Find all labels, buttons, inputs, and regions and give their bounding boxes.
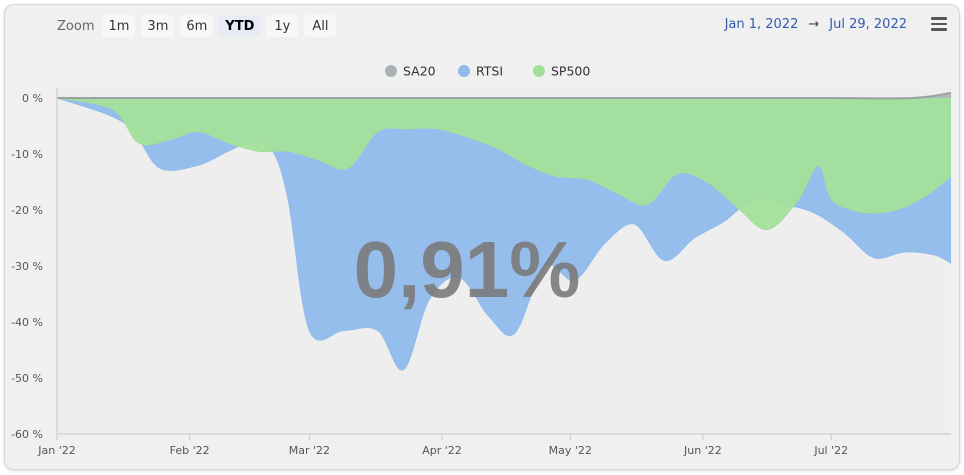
x-tick-label: Apr '22	[422, 444, 462, 457]
legend-item-sp500[interactable]: SP500	[533, 64, 590, 79]
zoom-button-3m[interactable]: 3m	[141, 15, 175, 37]
legend-marker	[458, 65, 470, 77]
legend-marker	[533, 65, 545, 77]
zoom-button-ytd[interactable]: YTD	[219, 15, 261, 37]
zoom-button-6m[interactable]: 6m	[180, 15, 214, 37]
zoom-button-all[interactable]: All	[304, 15, 337, 37]
zoom-button-1m[interactable]: 1m	[102, 15, 136, 37]
y-tick-label: -50 %	[11, 372, 43, 385]
y-tick-label: -20 %	[11, 204, 43, 217]
zoom-label: Zoom	[57, 18, 95, 34]
date-range: Jan 1, 2022 → Jul 29, 2022	[725, 17, 907, 32]
area-chart: 0 % -10 % -20 % -30 % -40 % -50 % -60 % Jan '22…	[11, 64, 952, 457]
date-to-input[interactable]: Jul 29, 2022	[829, 17, 907, 32]
y-tick-label: -30 %	[11, 260, 43, 273]
x-tick-label: Mar '22	[289, 444, 330, 457]
y-tick-label: -10 %	[11, 148, 43, 161]
x-tick-label: Feb '22	[170, 444, 210, 457]
x-tick-label: Jun '22	[683, 444, 722, 457]
legend-marker	[385, 65, 397, 77]
arrow-right-icon: →	[808, 17, 820, 32]
menu-bar	[931, 22, 947, 26]
y-tick-label: 0 %	[22, 92, 43, 105]
x-tick-label: May '22	[549, 444, 592, 457]
legend-label: SA20	[403, 64, 436, 79]
legend-label: RTSI	[476, 64, 503, 79]
menu-bar	[931, 17, 947, 20]
legend-item-rtsi[interactable]: RTSI	[458, 64, 503, 79]
zoom-bar: Zoom 1m 3m 6m YTD 1y All	[57, 15, 337, 37]
legend[interactable]: SA20 RTSI SP500	[385, 64, 590, 79]
y-tick-label: -40 %	[11, 316, 43, 329]
date-from-input[interactable]: Jan 1, 2022	[725, 17, 799, 32]
big-value-label: 0,91%	[354, 225, 581, 314]
chart-card: 0 % -10 % -20 % -30 % -40 % -50 % -60 % Jan '22…	[4, 4, 960, 470]
hamburger-menu-icon[interactable]	[927, 13, 951, 35]
legend-item-sa20[interactable]: SA20	[385, 64, 436, 79]
x-tick-label: Jan '22	[37, 444, 75, 457]
zoom-button-1y[interactable]: 1y	[266, 15, 299, 37]
y-tick-label: -60 %	[11, 428, 43, 441]
x-tick-label: Jul '22	[813, 444, 848, 457]
menu-bar	[931, 28, 947, 31]
legend-label: SP500	[551, 64, 590, 79]
